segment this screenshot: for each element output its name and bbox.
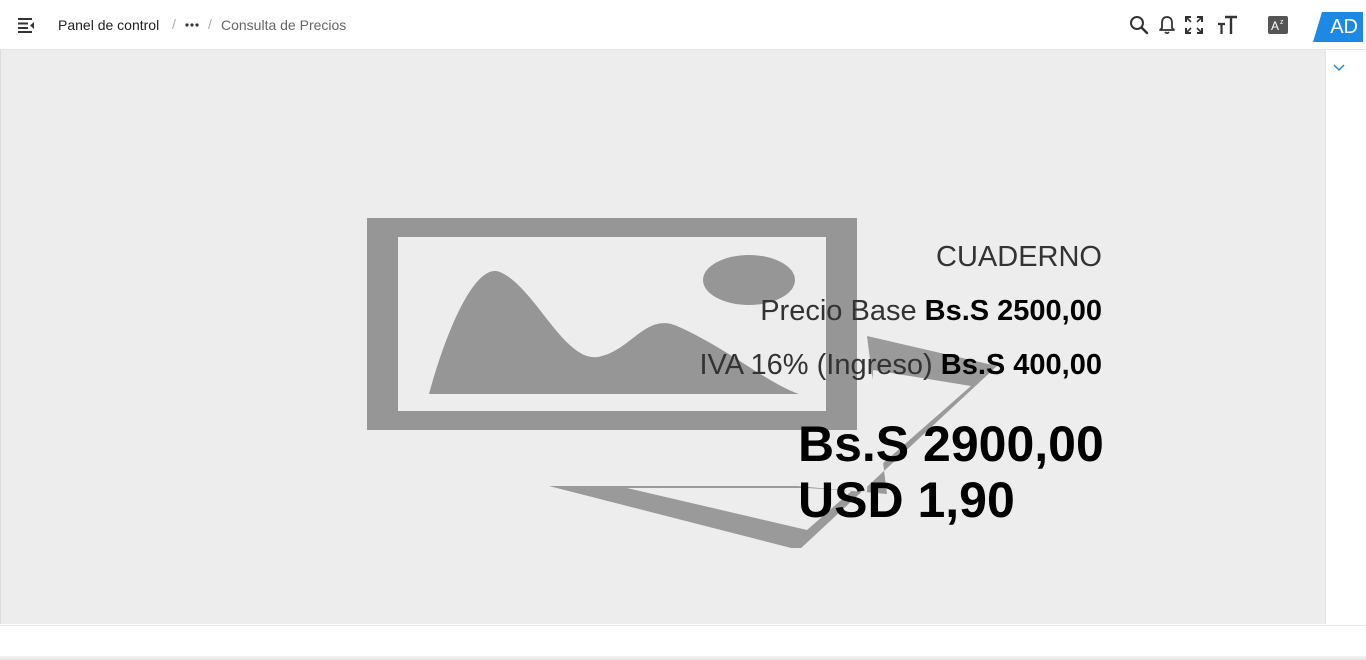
breadcrumb-home[interactable]: Panel de control: [58, 17, 159, 33]
base-price-label: Precio Base: [760, 295, 917, 327]
tax-value: Bs.S 400,00: [940, 349, 1102, 381]
font-size-icon[interactable]: [1216, 14, 1238, 36]
chevron-down-icon[interactable]: [1332, 60, 1346, 74]
menu-collapse-icon[interactable]: [16, 15, 36, 35]
price-details: CUADERNO Precio Base Bs.S 2500,00 IVA 16…: [402, 238, 1103, 400]
total-bs: Bs.S 2900,00: [798, 416, 1104, 472]
tax-line: IVA 16% (Ingreso) Bs.S 400,00: [402, 346, 1103, 384]
bell-icon[interactable]: [1156, 14, 1178, 36]
price-display-panel: CUADERNO Precio Base Bs.S 2500,00 IVA 16…: [0, 50, 1325, 624]
svg-text:z: z: [1280, 19, 1284, 26]
top-bar: Panel de control / / Consulta de Precios…: [0, 0, 1366, 50]
side-panel: [1325, 50, 1366, 624]
price-totals: Bs.S 2900,00 USD 1,90: [798, 415, 1104, 527]
breadcrumb-separator: /: [208, 16, 212, 32]
total-usd: USD 1,90: [798, 472, 1015, 528]
more-horizontal-icon[interactable]: [184, 15, 200, 35]
svg-text:A: A: [1271, 19, 1279, 33]
search-icon[interactable]: [1128, 14, 1150, 36]
base-price-value: Bs.S 2500,00: [924, 295, 1102, 327]
product-name: CUADERNO: [936, 241, 1102, 273]
base-price-line: Precio Base Bs.S 2500,00: [402, 292, 1102, 330]
fullscreen-icon[interactable]: [1183, 14, 1205, 36]
breadcrumb-current: Consulta de Precios: [221, 17, 347, 33]
footer-bar: [0, 625, 1366, 660]
breadcrumb-separator: /: [172, 16, 176, 32]
user-avatar[interactable]: AD: [1313, 12, 1363, 42]
tax-label: IVA 16% (Ingreso): [699, 349, 933, 381]
translate-icon[interactable]: A z: [1267, 14, 1289, 36]
